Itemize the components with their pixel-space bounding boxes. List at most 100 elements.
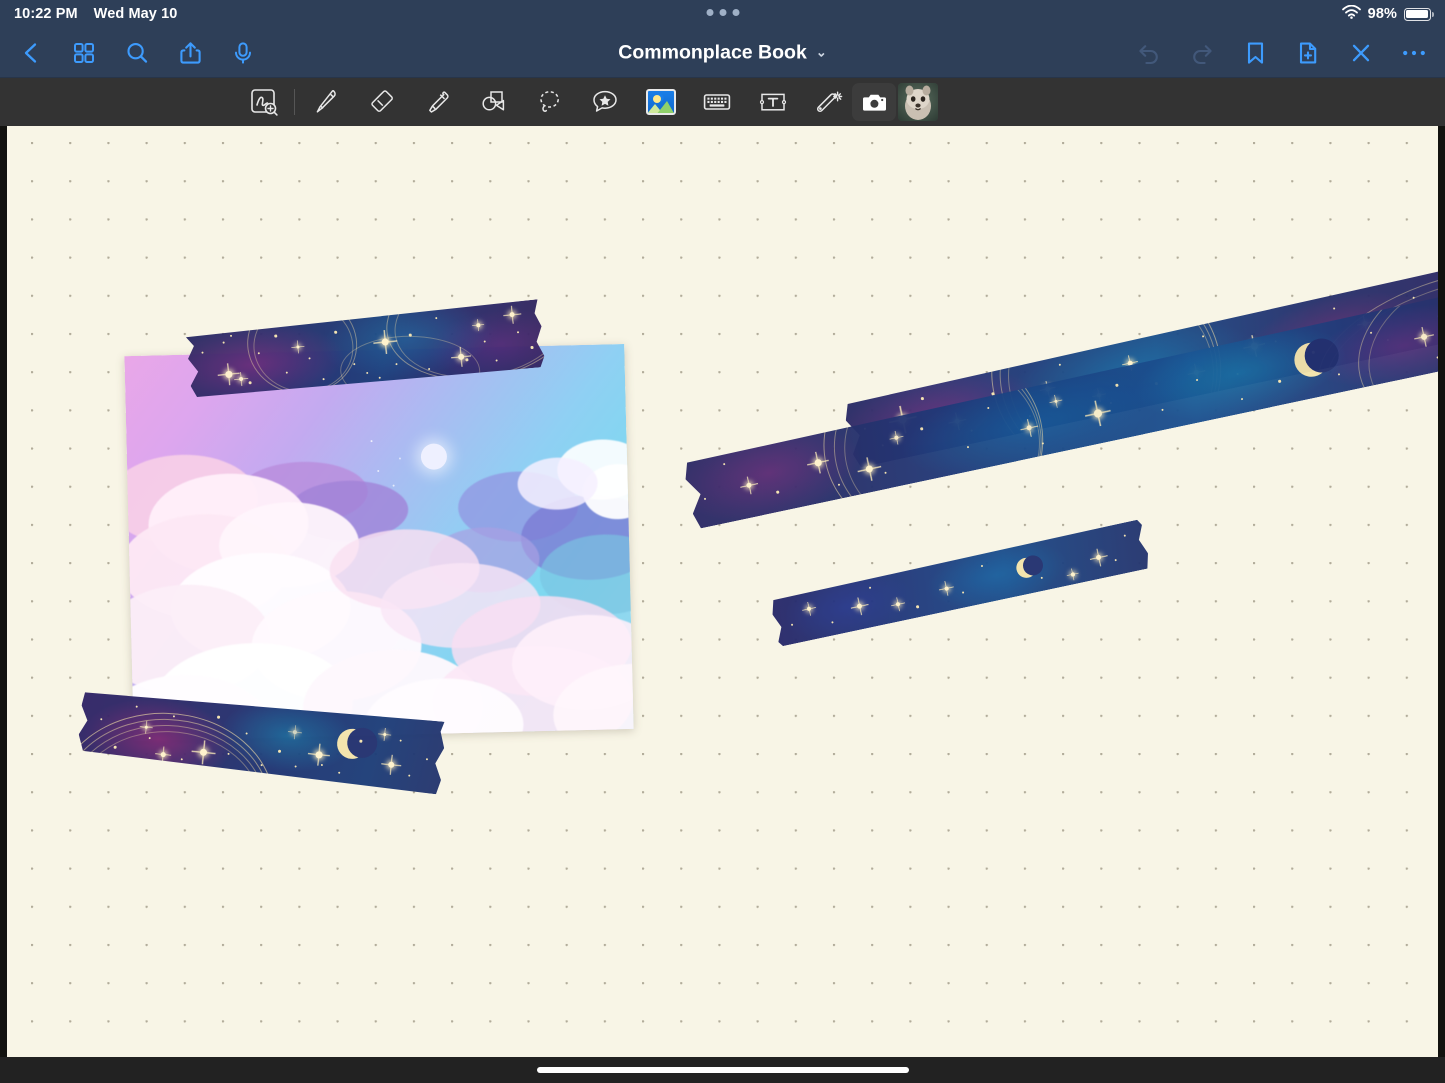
washi-sparkle	[139, 720, 153, 734]
navigation-bar: Commonplace Book ⌄	[0, 28, 1445, 78]
redo-icon	[1193, 44, 1212, 64]
record-audio-button[interactable]	[228, 38, 258, 68]
magic-wand-tool[interactable]	[801, 79, 857, 125]
home-indicator-area	[0, 1057, 1445, 1083]
photo-star	[398, 457, 401, 460]
washi-sparkle	[380, 754, 402, 776]
washi-sparkle	[937, 580, 955, 598]
washi-sparkle	[450, 346, 472, 368]
bookmark-icon	[1247, 42, 1263, 64]
washi-crescent-moon	[1014, 556, 1038, 580]
sticker-star-icon	[593, 90, 617, 112]
shapes-tool[interactable]	[465, 79, 521, 125]
note-page[interactable]	[7, 126, 1438, 1057]
status-time: 10:22 PM	[14, 6, 78, 22]
undo-button[interactable]	[1134, 38, 1164, 68]
washi-sparkle	[888, 429, 905, 446]
close-button[interactable]	[1346, 38, 1376, 68]
battery-percent: 98%	[1367, 6, 1397, 22]
washi-sparkle	[372, 329, 398, 355]
washi-sparkle	[190, 739, 216, 765]
washi-sparkle	[739, 475, 760, 496]
grid-icon	[74, 42, 94, 63]
photo-star	[377, 469, 380, 473]
washi-sparkle	[805, 450, 831, 476]
status-bar-right: 98%	[1341, 4, 1435, 23]
washi-sparkle	[849, 596, 870, 617]
text-box-tool[interactable]	[745, 79, 801, 125]
washi-sparkle	[890, 596, 907, 613]
magic-wand-icon	[816, 91, 843, 113]
page-title: Commonplace Book	[618, 41, 807, 63]
highlighter-icon	[429, 91, 449, 113]
zoom-write-icon	[251, 89, 278, 116]
washi-sparkle	[1082, 398, 1113, 429]
close-x-icon	[1352, 44, 1370, 61]
multitask-dot	[706, 9, 713, 16]
photo-star	[370, 440, 373, 443]
keyboard-tool[interactable]	[689, 79, 745, 125]
photo-image-icon	[646, 89, 676, 115]
washi-sparkle	[855, 455, 883, 483]
zoom-write-tool[interactable]	[236, 79, 292, 125]
hill-glyph	[656, 101, 674, 113]
share-button[interactable]	[175, 38, 205, 68]
washi-crescent-moon	[1291, 340, 1331, 380]
highlighter-tool[interactable]	[409, 79, 465, 125]
add-page-button[interactable]	[1293, 38, 1323, 68]
toolbar-divider	[294, 89, 295, 115]
more-options-button[interactable]	[1399, 38, 1429, 68]
redo-button[interactable]	[1187, 38, 1217, 68]
search-button[interactable]	[122, 38, 152, 68]
sticker-tool[interactable]	[577, 79, 633, 125]
washi-sparkle	[154, 746, 171, 763]
lasso-tool[interactable]	[521, 79, 577, 125]
washi-sparkle	[287, 725, 302, 740]
ipad-notes-app: 10:22 PM Wed May 10 98% Commonplace Book…	[0, 0, 1445, 1083]
undo-icon	[1139, 44, 1158, 64]
washi-star-field	[769, 519, 1151, 647]
page-grid-button[interactable]	[69, 38, 99, 68]
pen-tool[interactable]	[297, 79, 353, 125]
note-canvas[interactable]	[0, 126, 1445, 1057]
washi-sparkle	[1066, 567, 1080, 581]
washi-crescent-moon	[336, 727, 369, 760]
washi-tape-right-lower[interactable]	[769, 519, 1151, 647]
tool-group	[236, 79, 857, 125]
status-bar: 10:22 PM Wed May 10 98%	[0, 0, 1445, 28]
multitask-handle[interactable]	[706, 9, 739, 16]
ellipsis-icon	[1403, 50, 1425, 55]
eraser-tool[interactable]	[353, 79, 409, 125]
washi-sparkle	[1019, 417, 1040, 438]
lasso-icon	[540, 91, 559, 112]
tool-toolbar	[0, 78, 1445, 126]
washi-sparkle	[378, 727, 392, 741]
camera-button[interactable]	[852, 83, 896, 121]
bookmark-button[interactable]	[1240, 38, 1270, 68]
washi-sparkle	[472, 319, 485, 332]
status-date: Wed May 10	[93, 6, 178, 22]
washi-sparkle	[291, 340, 305, 354]
recent-photo-thumbnail[interactable]	[898, 83, 938, 121]
washi-sparkle	[234, 371, 249, 386]
eraser-icon	[371, 90, 393, 112]
washi-sparkle	[502, 305, 522, 325]
washi-sparkle	[307, 743, 331, 767]
microphone-icon	[235, 41, 251, 64]
multitask-dot	[732, 9, 739, 16]
new-page-icon	[1299, 42, 1317, 63]
multitask-dot	[719, 9, 726, 16]
seal-photo-icon	[898, 83, 938, 121]
washi-sparkle	[1088, 547, 1109, 568]
washi-sparkle	[1412, 325, 1436, 349]
home-indicator[interactable]	[536, 1067, 909, 1073]
photo-tool[interactable]	[633, 79, 689, 125]
back-button[interactable]	[16, 38, 46, 68]
keyboard-icon	[703, 94, 731, 110]
shapes-icon	[482, 91, 505, 111]
document-title-button[interactable]: Commonplace Book ⌄	[618, 41, 826, 64]
navigation-left-group	[16, 38, 258, 68]
text-box-icon	[759, 93, 787, 111]
sky-clouds-photo[interactable]	[124, 343, 634, 742]
chevron-down-icon: ⌄	[815, 44, 827, 60]
